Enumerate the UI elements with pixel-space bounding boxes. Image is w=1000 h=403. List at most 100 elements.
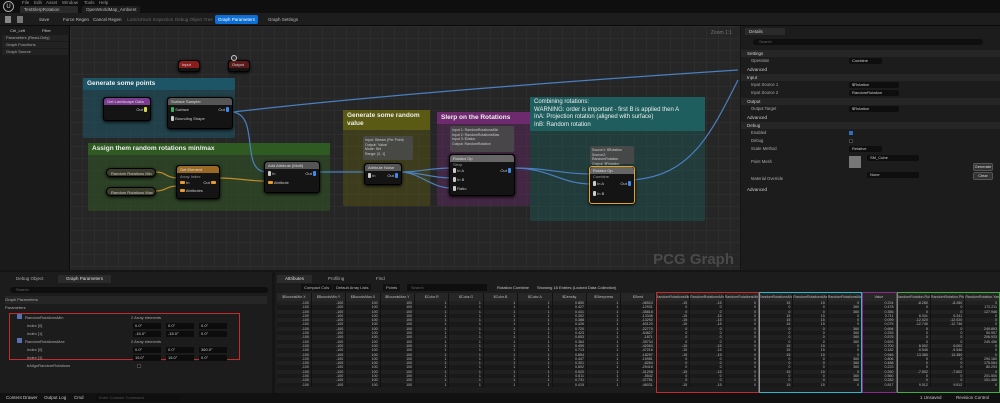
attributes-panel: Attributes Profiling Find Compact Cols D…	[275, 272, 1000, 393]
section-input[interactable]: Input	[741, 74, 1000, 81]
menu-file[interactable]: File	[22, 0, 29, 5]
section-parameters[interactable]: Parameters	[5, 304, 267, 312]
param-array[interactable]: RandomRotationsMin 2 Array elements	[5, 314, 267, 322]
column-header[interactable]: $Color.B	[483, 293, 519, 301]
get-element-node[interactable]: Get Element Array Index In Attributes Ou…	[176, 165, 220, 199]
attribute-noise-node[interactable]: Attribute Noise In Out	[364, 163, 402, 185]
left-tab[interactable]: Ctrl_Left	[10, 28, 25, 33]
rotator-value-field[interactable]: -15.0°	[166, 331, 194, 337]
cmd-dropdown[interactable]: Cmd	[74, 393, 84, 403]
tab-attributes[interactable]: Attributes	[277, 275, 313, 283]
column-header[interactable]: $Density	[552, 293, 588, 301]
parameters-search-input[interactable]: Search	[10, 287, 268, 293]
column-header[interactable]: $BoundsMin.Y	[311, 293, 347, 301]
section-graph-parameters[interactable]: Graph Parameters	[5, 296, 267, 304]
column-header[interactable]: $Color.A	[517, 293, 553, 301]
column-header[interactable]: $Color.G	[448, 293, 484, 301]
compact-cols-dropdown[interactable]: Compact Cols	[301, 284, 333, 291]
left-item-parameters[interactable]: Parameters (Read-Only)	[2, 35, 68, 41]
points-dropdown[interactable]: Points	[383, 284, 401, 291]
param-array[interactable]: RandomRotationsMax 2 Array elements	[5, 338, 267, 346]
rotator-value-field[interactable]: 0.0°	[166, 347, 194, 353]
graph-settings-button[interactable]: Graph Settings	[265, 15, 301, 24]
rotator-value-field[interactable]: 0.0°	[199, 355, 227, 361]
generate-button[interactable]: Generate	[973, 163, 993, 171]
surface-sampler-node[interactable]: Surface Sampler Surface Bounding Shape O…	[167, 97, 233, 129]
rotator-value-field[interactable]: 0.0°	[133, 323, 161, 329]
input-source-1-field[interactable]: $Rotation	[849, 82, 899, 88]
point-mesh-dropdown[interactable]: SM_Cube	[867, 155, 919, 161]
save-button[interactable]: Save	[36, 15, 52, 24]
tab-profiling[interactable]: Profiling	[320, 275, 352, 283]
cancel-regen-button[interactable]: Cancel Regen	[90, 15, 125, 24]
output-target-field[interactable]: $Rotation	[849, 106, 899, 112]
rotator-value-field[interactable]: -15.0°	[133, 331, 161, 337]
material-override-dropdown[interactable]: None	[867, 172, 919, 178]
column-header[interactable]: $Color.R	[414, 293, 450, 301]
tab-graph-parameters[interactable]: Graph Parameters	[58, 275, 112, 283]
column-header[interactable]: $BoundsMax.X	[345, 293, 381, 301]
details-tab[interactable]: Details	[745, 28, 785, 35]
graph-parameters-button[interactable]: Graph Parameters	[215, 15, 259, 24]
array-lists-dropdown[interactable]: Default Array Lists	[333, 284, 372, 291]
filter-dropdown[interactable]: Filter	[42, 28, 51, 33]
slerp-rotator-op-node[interactable]: Rotator Op Slerp In A In B Ratio Out	[449, 154, 515, 196]
debug-checkbox[interactable]	[849, 139, 853, 143]
content-drawer-button[interactable]: Content Drawer	[6, 393, 38, 403]
column-header[interactable]: $BoundsMin.X	[277, 293, 312, 301]
unsaved-indicator[interactable]: 1 Unsaved	[920, 393, 942, 403]
lock-inspection-button[interactable]: Lock/Unlock Inspection	[124, 15, 176, 24]
align-checkbox[interactable]	[137, 364, 141, 368]
tab-open-world-map[interactable]: OpenWorldMap_Ambient	[82, 6, 140, 13]
save-icon[interactable]	[5, 16, 11, 23]
clear-button[interactable]: Clear	[973, 172, 993, 180]
section-advanced[interactable]: Advanced	[741, 66, 1000, 73]
column-header[interactable]: $Seed	[620, 293, 656, 301]
debug-object-tree-button[interactable]: Debug Object Tree	[172, 15, 216, 24]
tab-test-slerp-rotation[interactable]: TestSlerpRotation	[20, 6, 78, 13]
section-settings[interactable]: Settings	[741, 50, 1000, 57]
rotator-value-field[interactable]: 360.0°	[199, 347, 227, 353]
get-random-rotations-min[interactable]: Random Rotations Min	[106, 168, 156, 177]
output-node[interactable]: Output	[228, 60, 250, 72]
tab-debug-object[interactable]: Debug Object	[8, 275, 52, 283]
rotator-value-field[interactable]: 0.0°	[199, 331, 227, 337]
left-item-functions[interactable]: Graph Functions	[2, 42, 68, 48]
menu-help[interactable]: Help	[99, 0, 108, 5]
section-advanced-2[interactable]: Advanced	[741, 114, 1000, 121]
details-search-input[interactable]: Search	[753, 39, 983, 45]
menu-tools[interactable]: Tools	[84, 0, 95, 5]
rotator-value-field[interactable]: 0.0°	[166, 323, 194, 329]
browse-icon[interactable]	[17, 16, 23, 23]
left-item-source[interactable]: Graph Source	[2, 49, 68, 55]
graph-canvas[interactable]: Zoom 1:1 Generate some points Assign the…	[70, 26, 740, 270]
input-source-2-field[interactable]: RandomRotation	[849, 90, 899, 96]
tab-find[interactable]: Find	[368, 275, 393, 283]
menu-window[interactable]: Window	[62, 0, 78, 5]
console-input[interactable]: Enter Console Command	[96, 395, 180, 401]
revision-control-button[interactable]: Revision Control	[956, 393, 989, 403]
rotator-value-field[interactable]: 0.0°	[199, 323, 227, 329]
column-header[interactable]: $Steepness	[586, 293, 622, 301]
rotator-value-field[interactable]: 15.0°	[133, 355, 161, 361]
get-random-rotations-max[interactable]: Random Rotations Max	[106, 187, 156, 196]
section-output[interactable]: Output	[741, 98, 1000, 105]
scale-method-dropdown[interactable]: Relative	[849, 146, 882, 152]
table-cell: 100	[380, 382, 416, 387]
menu-asset[interactable]: Asset	[46, 0, 57, 5]
combine-rotator-op-node[interactable]: Rotator Op Combine In A In B Out	[589, 166, 635, 204]
input-node[interactable]: Input	[178, 60, 200, 72]
column-header[interactable]: $BoundsMax.Y	[380, 293, 416, 301]
menu-edit[interactable]: Edit	[34, 0, 42, 5]
section-debug[interactable]: Debug	[741, 122, 1000, 129]
rotator-value-field[interactable]: 15.0°	[166, 355, 194, 361]
get-landscape-data-node[interactable]: Get Landscape Data Out	[103, 97, 151, 121]
force-regen-button[interactable]: Force Regen	[60, 15, 92, 24]
operation-dropdown[interactable]: Combine	[849, 58, 882, 64]
enabled-checkbox[interactable]	[849, 131, 853, 135]
section-advanced-3[interactable]: Advanced	[741, 186, 1000, 193]
attributes-search-input[interactable]: Search	[407, 284, 487, 291]
add-attribute-node[interactable]: Add Attribute (Multi) In Attribute Out	[264, 161, 320, 193]
output-log-button[interactable]: Output Log	[44, 393, 66, 403]
rotator-value-field[interactable]: 0.0°	[133, 347, 161, 353]
